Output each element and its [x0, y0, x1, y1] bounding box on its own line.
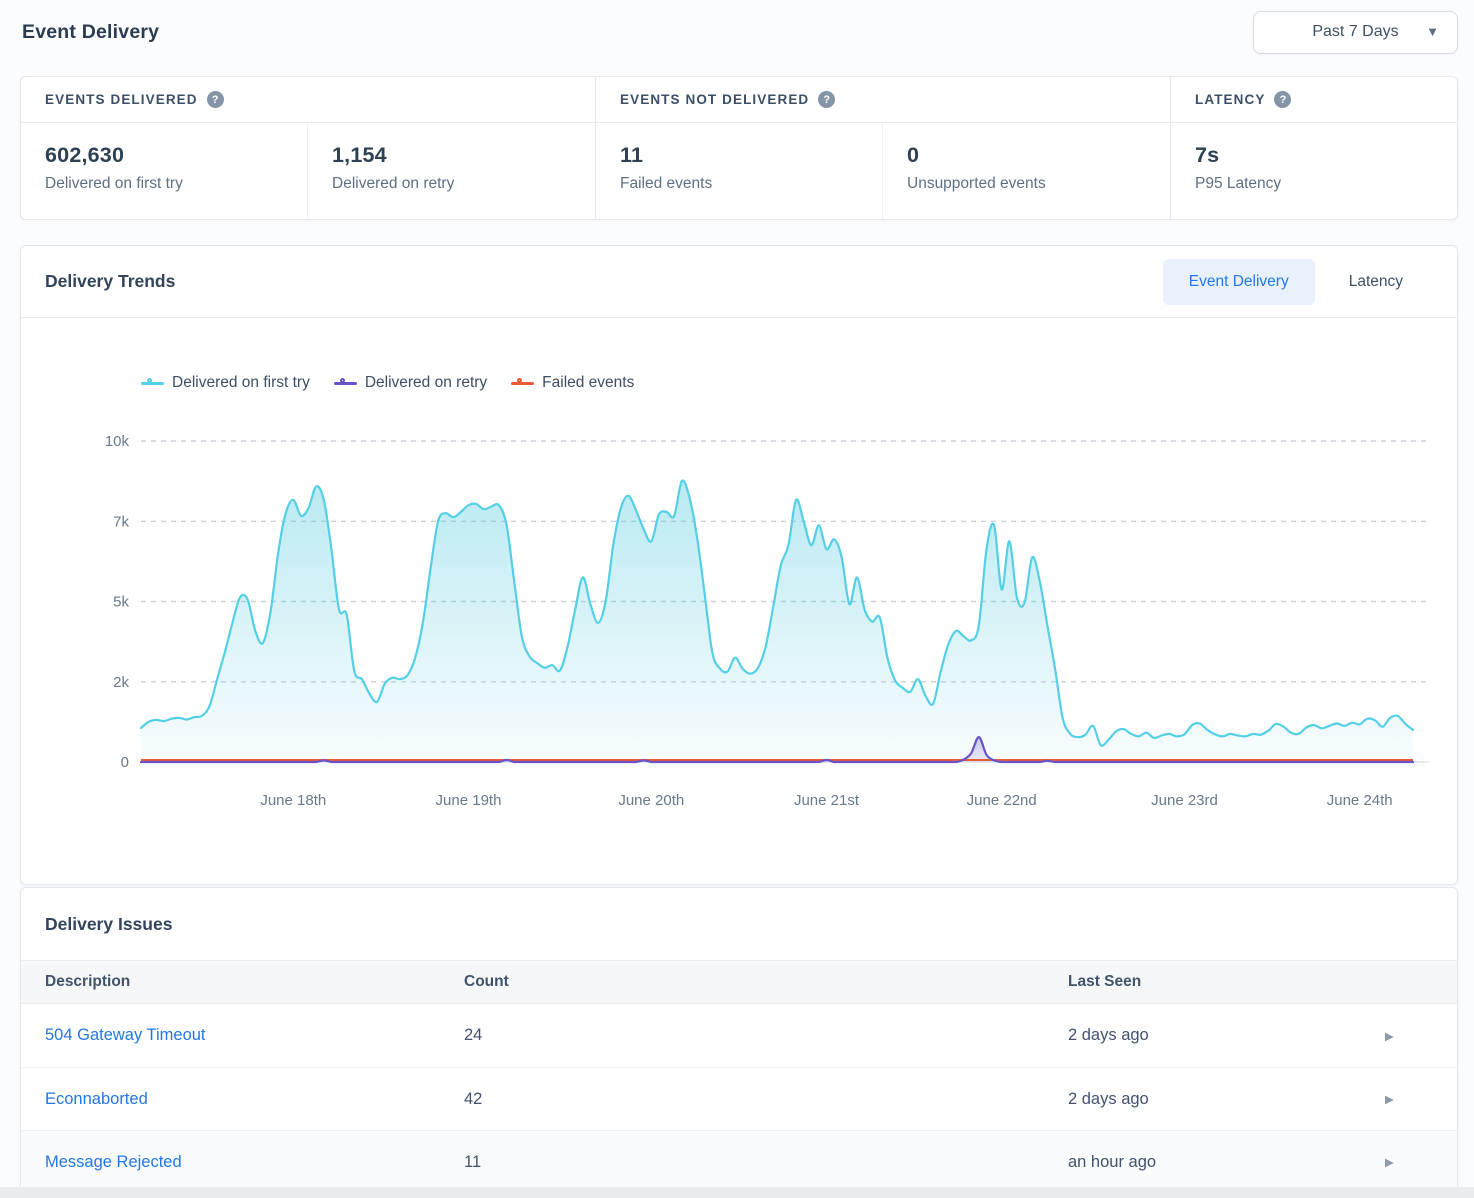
chevron-right-icon[interactable]: ▶	[1385, 1029, 1457, 1043]
caret-down-icon: ▼	[1426, 25, 1439, 38]
issue-last-seen: 2 days ago	[1068, 1026, 1385, 1045]
stat-unsupported: 0 Unsupported events	[883, 123, 1170, 219]
chart-legend: Delivered on first try Delivered on retr…	[141, 370, 1457, 396]
stat-section-latency-values: 7s P95 Latency	[1171, 123, 1457, 219]
x-tick-label: June 21st	[794, 792, 860, 809]
issues-title-row: Delivery Issues	[21, 888, 1457, 960]
trends-tabs: Event Delivery Latency	[1163, 259, 1433, 305]
legend-item-first-try[interactable]: Delivered on first try	[141, 374, 310, 392]
issue-last-seen: 2 days ago	[1068, 1090, 1385, 1109]
trends-title: Delivery Trends	[45, 271, 175, 292]
events-not-delivered-label: EVENTS NOT DELIVERED	[620, 92, 809, 107]
stats-header-row: EVENTS DELIVERED ? EVENTS NOT DELIVERED …	[21, 77, 1457, 123]
stat-retry-label: Delivered on retry	[332, 175, 571, 193]
stat-failed-value: 11	[620, 143, 858, 168]
column-header-description: Description	[45, 973, 464, 991]
stat-section-delivered: 602,630 Delivered on first try 1,154 Del…	[21, 123, 596, 219]
y-tick-label: 10k	[105, 433, 130, 450]
table-row[interactable]: Econnaborted 42 2 days ago ▶	[21, 1067, 1457, 1130]
legend-marker-retry-icon	[334, 378, 357, 388]
series-delivered-on-first-try-area	[141, 481, 1413, 762]
issue-link-504-gateway-timeout[interactable]: 504 Gateway Timeout	[45, 1026, 206, 1044]
issue-link-econnaborted[interactable]: Econnaborted	[45, 1090, 148, 1108]
chevron-right-icon[interactable]: ▶	[1385, 1155, 1457, 1169]
stat-failed: 11 Failed events	[596, 123, 883, 219]
chevron-right-icon[interactable]: ▶	[1385, 1092, 1457, 1106]
stats-values-row: 602,630 Delivered on first try 1,154 Del…	[21, 123, 1457, 219]
stat-first-try-label: Delivered on first try	[45, 175, 283, 193]
tab-latency[interactable]: Latency	[1319, 259, 1433, 305]
stat-retry-value: 1,154	[332, 143, 571, 168]
legend-item-failed[interactable]: Failed events	[511, 374, 634, 392]
issue-last-seen: an hour ago	[1068, 1153, 1385, 1172]
page-bottom-strip	[0, 1187, 1474, 1198]
issue-link-message-rejected[interactable]: Message Rejected	[45, 1153, 182, 1171]
column-header-count: Count	[464, 973, 1068, 991]
latency-label: LATENCY	[1195, 92, 1265, 107]
stat-unsupported-label: Unsupported events	[907, 175, 1146, 193]
issue-count: 11	[464, 1153, 1068, 1172]
x-tick-label: June 22nd	[967, 792, 1037, 809]
stat-section-not-delivered: 11 Failed events 0 Unsupported events	[596, 123, 1171, 219]
stat-failed-label: Failed events	[620, 175, 858, 193]
stat-p95-value: 7s	[1195, 143, 1433, 168]
stats-summary-card: EVENTS DELIVERED ? EVENTS NOT DELIVERED …	[20, 76, 1458, 220]
help-icon[interactable]: ?	[207, 91, 224, 108]
stats-section-events-not-delivered: EVENTS NOT DELIVERED ?	[596, 77, 1171, 122]
stat-unsupported-value: 0	[907, 143, 1146, 168]
help-icon[interactable]: ?	[818, 91, 835, 108]
issues-title: Delivery Issues	[45, 914, 172, 935]
issue-count: 42	[464, 1090, 1068, 1109]
x-tick-label: June 24th	[1327, 792, 1393, 809]
y-tick-label: 7k	[113, 513, 129, 530]
stat-p95-label: P95 Latency	[1195, 175, 1433, 193]
stat-p95-latency: 7s P95 Latency	[1171, 123, 1457, 219]
x-tick-label: June 23rd	[1151, 792, 1218, 809]
issues-table-header: Description Count Last Seen	[21, 960, 1457, 1004]
legend-marker-first-try-icon	[141, 378, 164, 388]
legend-label-retry: Delivered on retry	[365, 374, 487, 392]
x-tick-label: June 19th	[436, 792, 502, 809]
legend-marker-failed-icon	[511, 378, 534, 388]
y-tick-label: 0	[121, 754, 129, 771]
delivery-issues-card: Delivery Issues Description Count Last S…	[20, 887, 1458, 1194]
stats-section-events-delivered: EVENTS DELIVERED ?	[21, 77, 596, 122]
time-range-value: Past 7 Days	[1312, 23, 1398, 41]
table-row[interactable]: Message Rejected 11 an hour ago ▶	[21, 1130, 1457, 1193]
tab-event-delivery[interactable]: Event Delivery	[1163, 259, 1315, 305]
legend-item-retry[interactable]: Delivered on retry	[334, 374, 487, 392]
stat-first-try-value: 602,630	[45, 143, 283, 168]
x-tick-label: June 18th	[260, 792, 326, 809]
table-row[interactable]: 504 Gateway Timeout 24 2 days ago ▶	[21, 1004, 1457, 1067]
page-title: Event Delivery	[22, 21, 159, 44]
legend-label-failed: Failed events	[542, 374, 634, 392]
trends-chart-svg: 0 2k 5k 7k 10k June 18th June 19th June 20th Jun…	[21, 408, 1455, 838]
legend-label-first-try: Delivered on first try	[172, 374, 310, 392]
time-range-dropdown[interactable]: Past 7 Days ▼	[1253, 11, 1458, 54]
event-delivery-page: Event Delivery Past 7 Days ▼ EVENTS DELI…	[0, 0, 1474, 1198]
delivery-trends-card: Delivery Trends Event Delivery Latency D…	[20, 245, 1458, 885]
help-icon[interactable]: ?	[1274, 91, 1291, 108]
column-header-last-seen: Last Seen	[1068, 973, 1385, 991]
issue-count: 24	[464, 1026, 1068, 1045]
events-delivered-label: EVENTS DELIVERED	[45, 92, 198, 107]
page-header: Event Delivery Past 7 Days ▼	[0, 0, 1474, 56]
stat-first-try: 602,630 Delivered on first try	[21, 123, 308, 219]
y-tick-label: 2k	[113, 674, 129, 691]
trends-header: Delivery Trends Event Delivery Latency	[21, 246, 1457, 318]
stat-retry: 1,154 Delivered on retry	[308, 123, 595, 219]
stats-section-latency: LATENCY ?	[1171, 77, 1457, 122]
x-tick-label: June 20th	[618, 792, 684, 809]
y-tick-label: 5k	[113, 594, 129, 611]
